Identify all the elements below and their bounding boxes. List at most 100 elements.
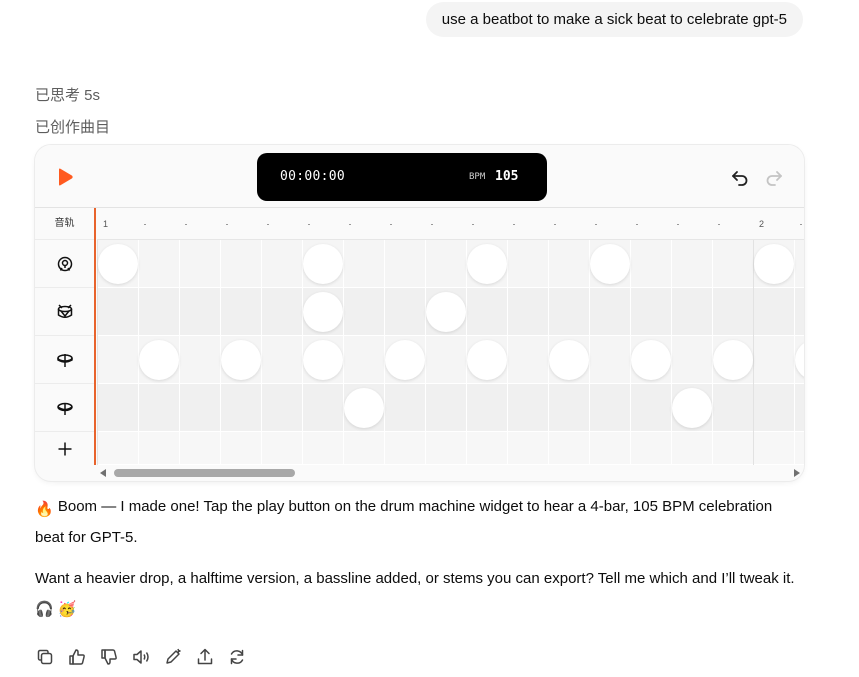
active-step[interactable] — [589, 244, 630, 284]
play-button[interactable] — [55, 167, 75, 187]
grid-line — [466, 240, 467, 465]
ruler-tick — [554, 224, 556, 225]
grid-line — [343, 240, 344, 465]
thumbs-down-button[interactable] — [99, 647, 119, 667]
add-track-button[interactable] — [35, 432, 94, 465]
ruler-tick — [144, 224, 146, 225]
widget-toolbar: 00:00:00 BPM 105 — [35, 145, 804, 208]
transport-display: 00:00:00 BPM 105 — [257, 153, 547, 201]
active-step[interactable] — [302, 340, 343, 380]
headphones-emoji: 🎧 — [35, 601, 54, 618]
grid-line — [97, 240, 98, 465]
ruler-tick — [226, 224, 228, 225]
grid-line — [712, 240, 713, 465]
party-emoji: 🥳 — [57, 601, 77, 618]
active-step[interactable] — [384, 340, 425, 380]
ruler-tick — [267, 224, 269, 225]
share-icon — [197, 648, 213, 665]
timeline-ruler[interactable]: 1 2 — [97, 208, 804, 240]
snare-drum-icon — [57, 303, 72, 318]
track-list: 音轨 — [35, 208, 96, 465]
track-snare[interactable] — [35, 288, 94, 336]
response-text-1: Boom — I made one! Tap the play button o… — [35, 498, 773, 546]
grid-line — [630, 240, 631, 465]
active-step[interactable] — [466, 244, 507, 284]
ruler-tick — [718, 224, 720, 225]
ruler-tick — [308, 224, 310, 225]
active-step[interactable] — [97, 244, 138, 284]
bar-number: 1 — [103, 219, 109, 229]
active-step[interactable] — [466, 340, 507, 380]
response-paragraph-1: 🔥 Boom — I made one! Tap the play button… — [35, 493, 795, 552]
cymbal-icon — [56, 402, 73, 415]
message-actions — [35, 647, 247, 667]
redo-button[interactable] — [763, 166, 785, 188]
grid-line — [589, 240, 590, 465]
regenerate-icon — [230, 649, 244, 665]
lane-hihat — [97, 336, 804, 384]
ruler-tick — [677, 224, 679, 225]
ruler-tick — [390, 224, 392, 225]
tracks-header: 音轨 — [35, 208, 94, 240]
scroll-right-arrow[interactable] — [794, 469, 800, 477]
grid-line — [138, 240, 139, 465]
grid-line — [794, 240, 795, 465]
thumbs-up-button[interactable] — [67, 647, 87, 667]
ruler-tick — [185, 224, 187, 225]
lane-kick — [97, 240, 804, 288]
thumbs-down-icon — [101, 649, 117, 665]
active-step[interactable] — [671, 388, 712, 428]
redo-icon — [766, 171, 782, 186]
active-step[interactable] — [220, 340, 261, 380]
ruler-tick — [472, 224, 474, 225]
time-display: 00:00:00 — [280, 169, 346, 184]
active-step[interactable] — [138, 340, 179, 380]
track-kick[interactable] — [35, 240, 94, 288]
active-step[interactable] — [630, 340, 671, 380]
kick-drum-icon — [57, 256, 72, 271]
copy-button[interactable] — [35, 647, 55, 667]
active-step[interactable] — [343, 388, 384, 428]
plus-icon — [58, 442, 71, 455]
scroll-left-arrow[interactable] — [100, 469, 106, 477]
grid-line — [548, 240, 549, 465]
bpm-label: BPM — [469, 172, 486, 182]
track-hihat[interactable] — [35, 336, 94, 384]
ruler-tick — [636, 224, 638, 225]
grid-line — [261, 240, 262, 465]
thumbs-up-icon — [69, 649, 85, 665]
response-text-2: Want a heavier drop, a halftime version,… — [35, 570, 795, 587]
active-step[interactable] — [548, 340, 589, 380]
grid-line — [507, 240, 508, 465]
thought-duration-label[interactable]: 已思考 5s — [35, 84, 100, 105]
grid-line — [753, 240, 754, 465]
bpm-value[interactable]: 105 — [495, 169, 518, 184]
active-step[interactable] — [753, 244, 794, 284]
bar-number: 2 — [759, 219, 765, 229]
copy-icon — [37, 649, 53, 665]
response-paragraph-2: Want a heavier drop, a halftime version,… — [35, 565, 795, 624]
step-sequencer-grid: 1 2 — [97, 208, 804, 465]
active-step[interactable] — [712, 340, 753, 380]
grid-line — [220, 240, 221, 465]
active-step[interactable] — [302, 292, 343, 332]
hihat-icon — [56, 353, 73, 367]
share-button[interactable] — [195, 647, 215, 667]
undo-icon — [732, 171, 748, 186]
horizontal-scrollbar[interactable] — [97, 465, 804, 481]
read-aloud-icon — [133, 650, 149, 664]
ruler-tick — [800, 224, 802, 225]
edit-button[interactable] — [163, 647, 183, 667]
active-step[interactable] — [425, 292, 466, 332]
ruler-tick — [595, 224, 597, 225]
regenerate-button[interactable] — [227, 647, 247, 667]
lane-empty — [97, 432, 804, 465]
active-step[interactable] — [302, 244, 343, 284]
scroll-thumb[interactable] — [114, 469, 295, 477]
undo-button[interactable] — [729, 166, 751, 188]
edit-icon — [166, 648, 181, 664]
read-aloud-button[interactable] — [131, 647, 151, 667]
track-cymbal[interactable] — [35, 384, 94, 432]
grid-line — [384, 240, 385, 465]
grid-line — [425, 240, 426, 465]
